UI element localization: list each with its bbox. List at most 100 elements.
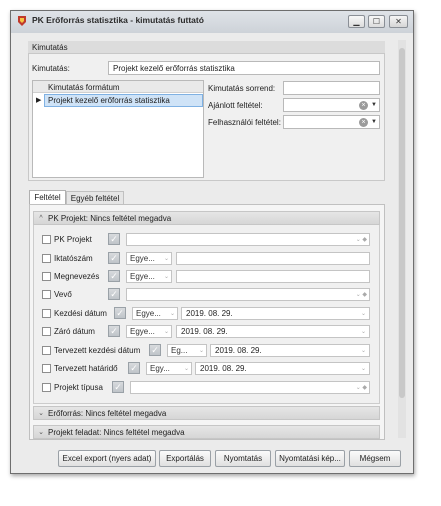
check-toggle-icon[interactable]: ✓ [112,381,124,393]
chevron-down-icon[interactable]: ▼ [371,119,377,125]
megnevezes-checkbox[interactable] [42,272,51,281]
kezdesi-datum-operator-value: Egye... [136,309,161,318]
kezdesi-datum-value: 2019. 08. 29. [186,309,233,318]
kimutatas-field[interactable]: Projekt kezelő erőforrás statisztika [108,61,380,75]
chevron-down-icon: ⌄ [163,256,169,262]
chevron-down-icon: ⌄ [360,311,366,317]
tervezett-hatarido-operator-value: Egy... [150,364,170,373]
zaro-datum-label: Záró dátum [54,327,95,336]
chevron-down-icon: ⌄ [360,348,366,354]
kezdesi-datum-operator[interactable]: Egye... ⌄ [132,307,178,320]
chevron-down-icon: ⌄ [198,348,204,354]
kezdesi-datum-label: Kezdési dátum [54,309,107,318]
megnevezes-input[interactable] [176,270,370,283]
clear-icon[interactable]: × [359,100,369,110]
pk-section-title: PK Projekt: Nincs feltétel megadva [48,213,172,223]
megnevezes-label: Megnevezés [54,272,100,281]
chevron-down-icon: ⌄ [38,429,44,436]
chevron-down-icon: ⌄ [183,366,189,372]
print-preview-button[interactable]: Nyomtatási kép... [275,450,345,467]
vertical-scrollbar[interactable] [398,40,406,438]
iktatoszam-label: Iktatószám [54,254,93,263]
minimize-icon: ▁ [353,17,360,26]
tervezett-hatarido-checkbox[interactable] [42,364,51,373]
check-toggle-icon[interactable]: ✓ [108,325,120,337]
app-icon [16,15,28,27]
tab-feltetel[interactable]: Feltétel [29,190,66,204]
tervezett-kezdesi-operator[interactable]: Eg... ⌄ [167,344,207,357]
chevron-down-icon: ⌄ [163,274,169,280]
felhasznaloi-dropdown[interactable]: × ▼ [283,115,380,129]
iktatoszam-operator-value: Egye... [130,254,155,263]
sorrend-label: Kimutatás sorrend: [208,84,276,93]
row-indicator-icon: ▶ [36,97,42,104]
zaro-datum-checkbox[interactable] [42,327,51,336]
format-grid-header-label: Kimutatás formátum [48,83,120,92]
tab-egyeb-label: Egyéb feltétel [70,193,120,203]
check-toggle-icon[interactable]: ✓ [108,252,120,264]
tervezett-hatarido-operator[interactable]: Egy... ⌄ [146,362,192,375]
iktatoszam-operator[interactable]: Egye... ⌄ [126,252,172,265]
tervezett-hatarido-value: 2019. 08. 29. [200,364,247,373]
minimize-button[interactable]: ▁ [348,15,365,28]
pk-projekt-lookup[interactable]: ⌄ ◆ [126,233,370,246]
zaro-datum-operator-value: Egye... [130,327,155,336]
check-toggle-icon[interactable]: ✓ [108,233,120,245]
vevo-checkbox[interactable] [42,290,51,299]
check-toggle-icon[interactable]: ✓ [128,362,140,374]
chevron-down-icon: ⌄ [169,311,175,317]
tervezett-hatarido-picker[interactable]: 2019. 08. 29. ⌄ [195,362,370,375]
tab-feltetel-label: Feltétel [34,193,61,202]
lookup-chevron-icon[interactable]: ⌄ ◆ [356,236,369,243]
chevron-down-icon: ⌄ [360,366,366,372]
chevron-down-icon: ⌄ [163,329,169,335]
maximize-button[interactable]: ☐ [368,15,385,28]
excel-export-button[interactable]: Excel export (nyers adat) [58,450,156,467]
print-button[interactable]: Nyomtatás [215,450,271,467]
check-toggle-icon[interactable]: ✓ [108,270,120,282]
tab-egyeb-feltetel[interactable]: Egyéb feltétel [66,191,124,204]
megnevezes-operator[interactable]: Egye... ⌄ [126,270,172,283]
megnevezes-operator-value: Egye... [130,272,155,281]
kezdesi-datum-checkbox[interactable] [42,309,51,318]
scrollbar-thumb[interactable] [399,48,405,398]
chevron-down-icon[interactable]: ▼ [371,102,377,108]
kimutatas-group-title: Kimutatás [32,43,68,52]
pk-projekt-checkbox[interactable] [42,235,51,244]
close-icon: ✕ [395,17,402,26]
projekt-tipusa-checkbox[interactable] [42,383,51,392]
format-grid-row-label: Projekt kezelő erőforrás statisztika [48,96,170,105]
vevo-lookup[interactable]: ⌄ ◆ [126,288,370,301]
zaro-datum-operator[interactable]: Egye... ⌄ [126,325,172,338]
projekt-feladat-section-header[interactable]: ⌄ Projekt feladat: Nincs feltétel megadv… [33,425,380,439]
tervezett-kezdesi-picker[interactable]: 2019. 08. 29. ⌄ [210,344,370,357]
check-toggle-icon[interactable]: ✓ [114,307,126,319]
chevron-down-icon: ⌄ [38,410,44,417]
projekt-feladat-section-title: Projekt feladat: Nincs feltétel megadva [48,427,185,437]
ajanlott-dropdown[interactable]: × ▼ [283,98,380,112]
iktatoszam-checkbox[interactable] [42,254,51,263]
lookup-chevron-icon[interactable]: ⌄ ◆ [356,291,369,298]
close-button[interactable]: ✕ [389,15,408,28]
zaro-datum-picker[interactable]: 2019. 08. 29. ⌄ [176,325,370,338]
tervezett-kezdesi-checkbox[interactable] [42,346,51,355]
projekt-tipusa-label: Projekt típusa [54,383,103,392]
tervezett-kezdesi-value: 2019. 08. 29. [215,346,262,355]
cancel-button[interactable]: Mégsem [349,450,401,467]
iktatoszam-input[interactable] [176,252,370,265]
sorrend-field[interactable] [283,81,380,95]
eroforras-section-header[interactable]: ⌄ Erőforrás: Nincs feltétel megadva [33,406,380,420]
tervezett-kezdesi-label: Tervezett kezdési dátum [54,346,141,355]
check-toggle-icon[interactable]: ✓ [149,344,161,356]
export-button[interactable]: Exportálás [159,450,211,467]
tervezett-kezdesi-operator-value: Eg... [171,346,188,355]
kimutatas-label: Kimutatás: [32,64,70,73]
check-toggle-icon[interactable]: ✓ [108,288,120,300]
kimutatas-group-header [28,41,385,54]
tervezett-hatarido-label: Tervezett határidő [54,364,118,373]
lookup-chevron-icon[interactable]: ⌄ ◆ [356,384,369,391]
pk-section-header[interactable]: ^ PK Projekt: Nincs feltétel megadva [33,211,380,225]
kezdesi-datum-picker[interactable]: 2019. 08. 29. ⌄ [181,307,370,320]
projekt-tipusa-lookup[interactable]: ⌄ ◆ [130,381,370,394]
clear-icon[interactable]: × [359,117,369,127]
